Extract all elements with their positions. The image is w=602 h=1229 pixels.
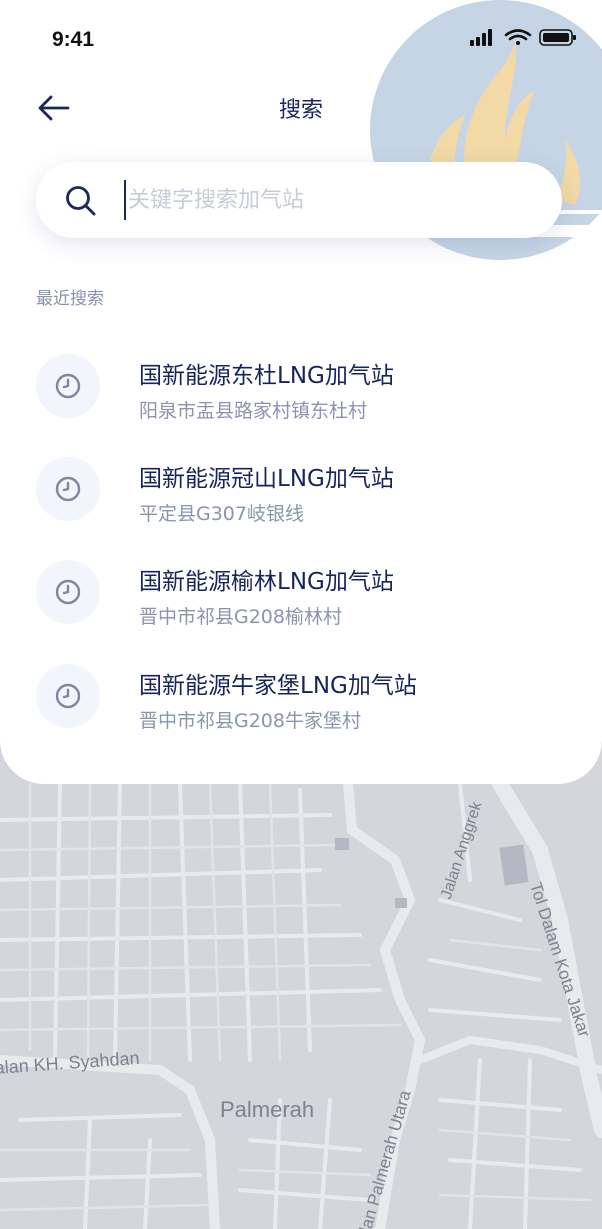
page-title: 搜索	[278, 98, 323, 123]
signal-icon	[470, 29, 492, 46]
station-name: 国新能源牛家堡LNG加气站	[139, 673, 417, 699]
status-time: 9:41	[52, 28, 95, 51]
clock-icon-badge	[36, 560, 100, 624]
search-input[interactable]	[124, 180, 534, 220]
recent-item[interactable]: 国新能源牛家堡LNG加气站 晋中市祁县G208牛家堡村	[0, 646, 602, 746]
search-icon	[66, 186, 96, 216]
status-bar: 9:41	[0, 0, 602, 80]
station-name: 国新能源东杜LNG加气站	[139, 363, 394, 389]
clock-icon-badge	[36, 354, 100, 418]
recent-item[interactable]: 国新能源东杜LNG加气站 阳泉市盂县路家村镇东杜村	[0, 336, 602, 436]
clock-icon	[55, 683, 81, 709]
recent-item[interactable]: 国新能源榆林LNG加气站 晋中市祁县G208榆林村	[0, 542, 602, 642]
clock-icon	[55, 579, 81, 605]
search-bar[interactable]	[36, 162, 562, 238]
battery-icon	[539, 29, 576, 46]
station-name: 国新能源榆林LNG加气站	[139, 569, 394, 595]
search-sheet: 9:41 搜索 关键字搜索加气站 最近搜索 国新能源东杜LNG加气站 阳泉市盂县…	[0, 0, 602, 784]
recent-item[interactable]: 国新能源冠山LNG加气站 平定县G307岐银线	[0, 439, 602, 539]
status-icons	[470, 29, 576, 46]
station-address: 平定县G307岐银线	[139, 503, 304, 525]
station-address: 晋中市祁县G208榆林村	[139, 606, 342, 628]
recent-search-title: 最近搜索	[36, 289, 104, 309]
station-address: 阳泉市盂县路家村镇东杜村	[139, 400, 368, 422]
map-label-palmerah: Palmerah	[220, 1097, 315, 1122]
wifi-icon	[504, 29, 532, 45]
top-nav: 搜索	[0, 80, 602, 136]
station-name: 国新能源冠山LNG加气站	[139, 466, 394, 492]
clock-icon-badge	[36, 664, 100, 728]
clock-icon	[55, 373, 81, 399]
clock-icon	[55, 476, 81, 502]
station-address: 晋中市祁县G208牛家堡村	[139, 710, 361, 732]
clock-icon-badge	[36, 457, 100, 521]
